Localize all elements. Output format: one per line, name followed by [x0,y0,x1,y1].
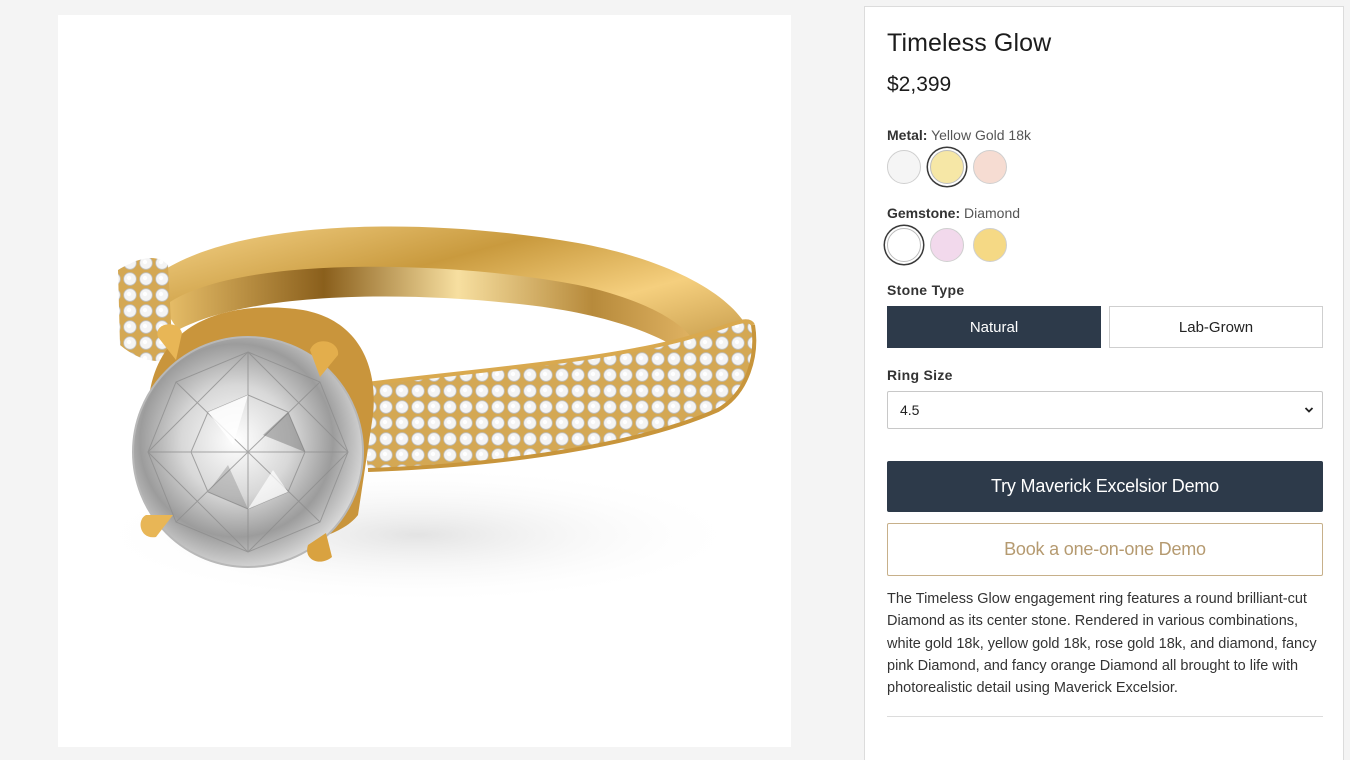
chevron-down-icon [1304,407,1314,413]
metal-label: Metal: Yellow Gold 18k [887,127,1031,143]
try-demo-button[interactable]: Try Maverick Excelsior Demo [887,461,1323,512]
gemstone-selected-value: Diamond [964,205,1021,221]
gemstone-label-key: Gemstone: [887,205,961,221]
ring-size-value: 4.5 [900,402,920,418]
gemstone-swatch-diamond[interactable] [887,228,921,262]
stone-type-lab-grown-button[interactable]: Lab-Grown [1109,306,1323,348]
product-image [58,15,791,747]
metal-label-key: Metal: [887,127,928,143]
product-price: $2,399 [887,73,952,96]
gemstone-swatch-orange-diamond[interactable] [973,228,1007,262]
product-details-panel: Timeless Glow $2,399 Metal: Yellow Gold … [864,6,1344,760]
gemstone-swatch-pink-diamond[interactable] [930,228,964,262]
ring-size-label: Ring Size [887,367,953,383]
metal-swatch-white-gold[interactable] [887,150,921,184]
metal-swatch-yellow-gold[interactable] [930,150,964,184]
gemstone-swatches [887,228,1007,262]
product-page: Timeless Glow $2,399 Metal: Yellow Gold … [0,0,1350,760]
stone-type-toggle: Natural Lab-Grown [887,306,1323,348]
product-description: The Timeless Glow engagement ring featur… [887,591,1317,697]
ring-image-icon [88,226,757,605]
gemstone-label: Gemstone: Diamond [887,205,1020,221]
metal-selected-value: Yellow Gold 18k [931,127,1031,143]
book-demo-button[interactable]: Book a one-on-one Demo [887,523,1323,576]
stone-type-natural-button[interactable]: Natural [887,306,1101,348]
ring-size-select[interactable]: 4.5 [887,391,1323,429]
product-title: Timeless Glow [887,29,1052,57]
stone-type-label: Stone Type [887,282,965,298]
metal-swatches [887,150,1007,184]
divider [887,716,1323,717]
metal-swatch-rose-gold[interactable] [973,150,1007,184]
